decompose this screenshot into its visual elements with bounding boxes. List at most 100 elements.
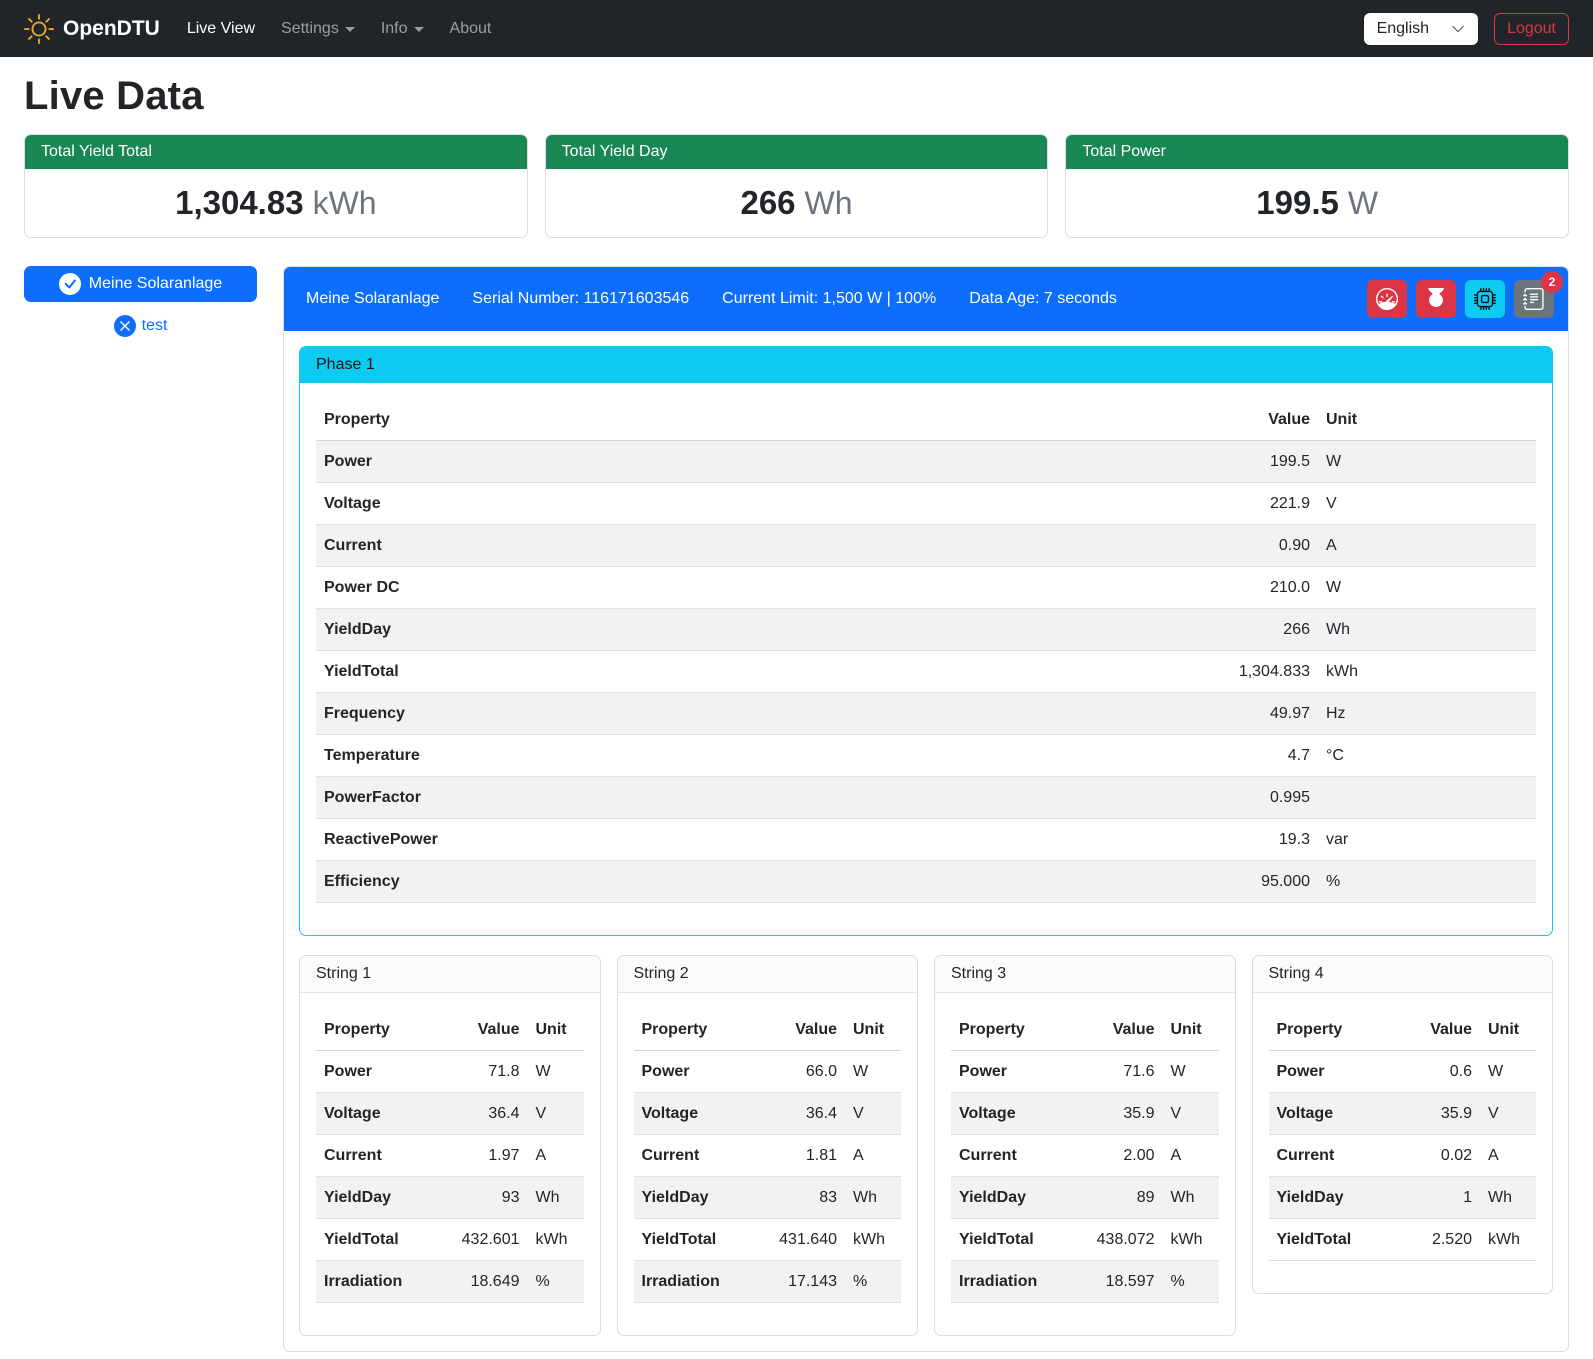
table-row: YieldTotal432.601kWh xyxy=(316,1219,584,1261)
nav-item-info[interactable]: Info xyxy=(368,12,437,46)
string-table: Property Value Unit Power71.6WVoltage35.… xyxy=(951,1009,1219,1303)
unit-cell: kWh xyxy=(1163,1219,1219,1261)
table-header-row: Property Value Unit xyxy=(951,1009,1219,1051)
value-cell: 17.143 xyxy=(763,1261,845,1303)
nav-item-about[interactable]: About xyxy=(437,12,505,46)
card-unit: W xyxy=(1348,185,1378,221)
property-cell: ReactivePower xyxy=(316,819,1198,861)
unit-cell: A xyxy=(1318,525,1536,567)
property-cell: Power xyxy=(316,1051,446,1093)
unit-cell: % xyxy=(528,1261,584,1303)
value-cell: 2.00 xyxy=(1081,1135,1163,1177)
column-unit: Unit xyxy=(1318,399,1536,441)
property-cell: Efficiency xyxy=(316,861,1198,903)
value-cell: 432.601 xyxy=(446,1219,528,1261)
property-cell: Voltage xyxy=(316,483,1198,525)
card-body: 266Wh xyxy=(546,169,1048,237)
inverter-select-button[interactable]: Meine Solaranlage xyxy=(24,266,257,302)
page-title: Live Data xyxy=(24,74,1569,119)
string-title: String 4 xyxy=(1253,956,1553,993)
device-info-button[interactable] xyxy=(1465,280,1505,318)
value-cell: 89 xyxy=(1081,1177,1163,1219)
value-cell: 19.3 xyxy=(1198,819,1318,861)
table-row: Temperature4.7°C xyxy=(316,735,1536,777)
table-row: Irradiation18.649% xyxy=(316,1261,584,1303)
string-table: Property Value Unit Power66.0WVoltage36.… xyxy=(634,1009,902,1303)
language-select[interactable]: English xyxy=(1364,13,1478,45)
inverter-name: Meine Solaranlage xyxy=(306,290,439,308)
property-cell: Irradiation xyxy=(951,1261,1081,1303)
card-body: 1,304.83kWh xyxy=(25,169,527,237)
value-cell: 36.4 xyxy=(446,1093,528,1135)
card-title: Total Yield Day xyxy=(546,135,1048,169)
property-cell: Power xyxy=(951,1051,1081,1093)
table-row: Power66.0W xyxy=(634,1051,902,1093)
table-row: YieldDay1Wh xyxy=(1269,1177,1537,1219)
column-value: Value xyxy=(1198,399,1318,441)
property-cell: Power xyxy=(634,1051,764,1093)
string-2-card: String 2 Property Value Unit xyxy=(617,955,919,1336)
column-property: Property xyxy=(951,1009,1081,1051)
property-cell: YieldDay xyxy=(634,1177,764,1219)
brand[interactable]: OpenDTU xyxy=(24,14,160,44)
inverter-toolbar: 2 xyxy=(1367,280,1554,318)
unit-cell: Hz xyxy=(1318,693,1536,735)
inverter-serial: Serial Number: 116171603546 xyxy=(472,290,689,308)
unit-cell: V xyxy=(1480,1093,1536,1135)
column-unit: Unit xyxy=(845,1009,901,1051)
value-cell: 0.02 xyxy=(1398,1135,1480,1177)
value-cell: 1.97 xyxy=(446,1135,528,1177)
value-cell: 210.0 xyxy=(1198,567,1318,609)
value-cell: 71.6 xyxy=(1081,1051,1163,1093)
table-header-row: Property Value Unit xyxy=(316,1009,584,1051)
phase-panel: Phase 1 Property Value Unit Power199.5WV… xyxy=(299,346,1553,936)
nav-links: Live View Settings Info About xyxy=(174,12,505,46)
navbar: OpenDTU Live View Settings Info About En… xyxy=(0,0,1593,57)
table-row: YieldTotal2.520kWh xyxy=(1269,1219,1537,1261)
value-cell: 49.97 xyxy=(1198,693,1318,735)
property-cell: Temperature xyxy=(316,735,1198,777)
property-cell: YieldDay xyxy=(1269,1177,1399,1219)
column-unit: Unit xyxy=(1163,1009,1219,1051)
nav-item-settings[interactable]: Settings xyxy=(268,12,368,46)
property-cell: Current xyxy=(951,1135,1081,1177)
property-cell: Voltage xyxy=(634,1093,764,1135)
table-row: Irradiation17.143% xyxy=(634,1261,902,1303)
table-row: Voltage36.4V xyxy=(316,1093,584,1135)
check-circle-icon xyxy=(59,273,81,295)
unit-cell: °C xyxy=(1318,735,1536,777)
column-property: Property xyxy=(634,1009,764,1051)
table-row: YieldDay266Wh xyxy=(316,609,1536,651)
unit-cell: Wh xyxy=(528,1177,584,1219)
limit-settings-button[interactable] xyxy=(1367,280,1407,318)
card-value: 266 xyxy=(740,184,795,221)
column-property: Property xyxy=(316,399,1198,441)
unit-cell: W xyxy=(1318,567,1536,609)
property-cell: Voltage xyxy=(1269,1093,1399,1135)
inverter-item-test[interactable]: test xyxy=(24,315,257,337)
property-cell: YieldDay xyxy=(316,609,1198,651)
power-icon xyxy=(1425,288,1447,310)
column-value: Value xyxy=(763,1009,845,1051)
sun-icon xyxy=(24,14,54,44)
string-title: String 3 xyxy=(935,956,1235,993)
table-row: ReactivePower19.3var xyxy=(316,819,1536,861)
unit-cell: V xyxy=(845,1093,901,1135)
power-settings-button[interactable] xyxy=(1416,280,1456,318)
unit-cell: W xyxy=(1480,1051,1536,1093)
unit-cell: % xyxy=(1163,1261,1219,1303)
event-count-badge: 2 xyxy=(1541,271,1563,293)
phase-title: Phase 1 xyxy=(300,347,1552,383)
table-header-row: Property Value Unit xyxy=(634,1009,902,1051)
language-selected-value: English xyxy=(1377,20,1429,38)
logout-button[interactable]: Logout xyxy=(1494,13,1569,45)
event-log-button[interactable]: 2 xyxy=(1514,280,1554,318)
nav-item-label: Live View xyxy=(187,20,255,38)
nav-item-live-view[interactable]: Live View xyxy=(174,12,268,46)
string-1-card: String 1 Property Value Unit xyxy=(299,955,601,1336)
table-row: YieldDay93Wh xyxy=(316,1177,584,1219)
nav-item-label: About xyxy=(450,20,492,38)
table-header-row: Property Value Unit xyxy=(1269,1009,1537,1051)
value-cell: 66.0 xyxy=(763,1051,845,1093)
string-table: Property Value Unit Power71.8WVoltage36.… xyxy=(316,1009,584,1303)
